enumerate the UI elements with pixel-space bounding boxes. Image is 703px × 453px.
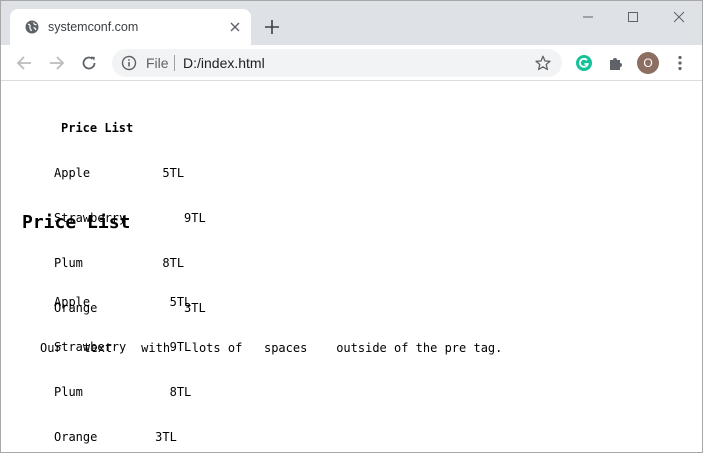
close-window-button[interactable] — [668, 7, 690, 27]
back-button[interactable] — [14, 53, 34, 73]
menu-kebab-icon[interactable] — [670, 53, 690, 73]
pre-line: Apple 5TL — [54, 166, 185, 180]
bookmark-star-icon[interactable] — [534, 54, 552, 72]
url-text[interactable]: D:/index.html — [183, 55, 265, 71]
url-scheme-label: File — [146, 55, 169, 71]
pre-line: Apple 5TL — [54, 295, 192, 309]
tab-title: systemconf.com — [48, 20, 139, 34]
browser-window: systemconf.com File D:/index.html O Pric… — [0, 0, 703, 453]
tab-strip: systemconf.com — [1, 1, 702, 45]
grammarly-extension-icon[interactable] — [574, 53, 594, 73]
globe-icon — [25, 20, 39, 34]
browser-tab[interactable]: systemconf.com — [10, 9, 251, 45]
pre-block-2: Apple 5TL Strawberry 9TL Plum 8TL Orange… — [54, 265, 191, 453]
info-icon[interactable] — [121, 55, 137, 71]
browser-toolbar: File D:/index.html O — [1, 45, 702, 81]
profile-avatar[interactable]: O — [637, 52, 659, 74]
page-content: Price List Apple 5TL Strawberry 9TL Plum… — [2, 82, 702, 452]
price-list-heading: Price List — [22, 212, 131, 233]
forward-button[interactable] — [47, 53, 67, 73]
pre-block-1-title: Price List — [61, 121, 134, 135]
new-tab-button[interactable] — [262, 17, 282, 37]
address-divider — [174, 55, 175, 71]
pre-line: Orange 3TL — [54, 430, 177, 444]
pre-line: Plum 8TL — [54, 385, 192, 399]
address-bar[interactable]: File D:/index.html — [112, 49, 562, 77]
spaced-paragraph: Our text with lots of spaces outside of … — [40, 341, 503, 355]
extensions-puzzle-icon[interactable] — [606, 53, 626, 73]
reload-button[interactable] — [79, 53, 99, 73]
close-tab-icon[interactable] — [227, 19, 243, 35]
maximize-button[interactable] — [622, 7, 644, 27]
minimize-button[interactable] — [577, 7, 599, 27]
